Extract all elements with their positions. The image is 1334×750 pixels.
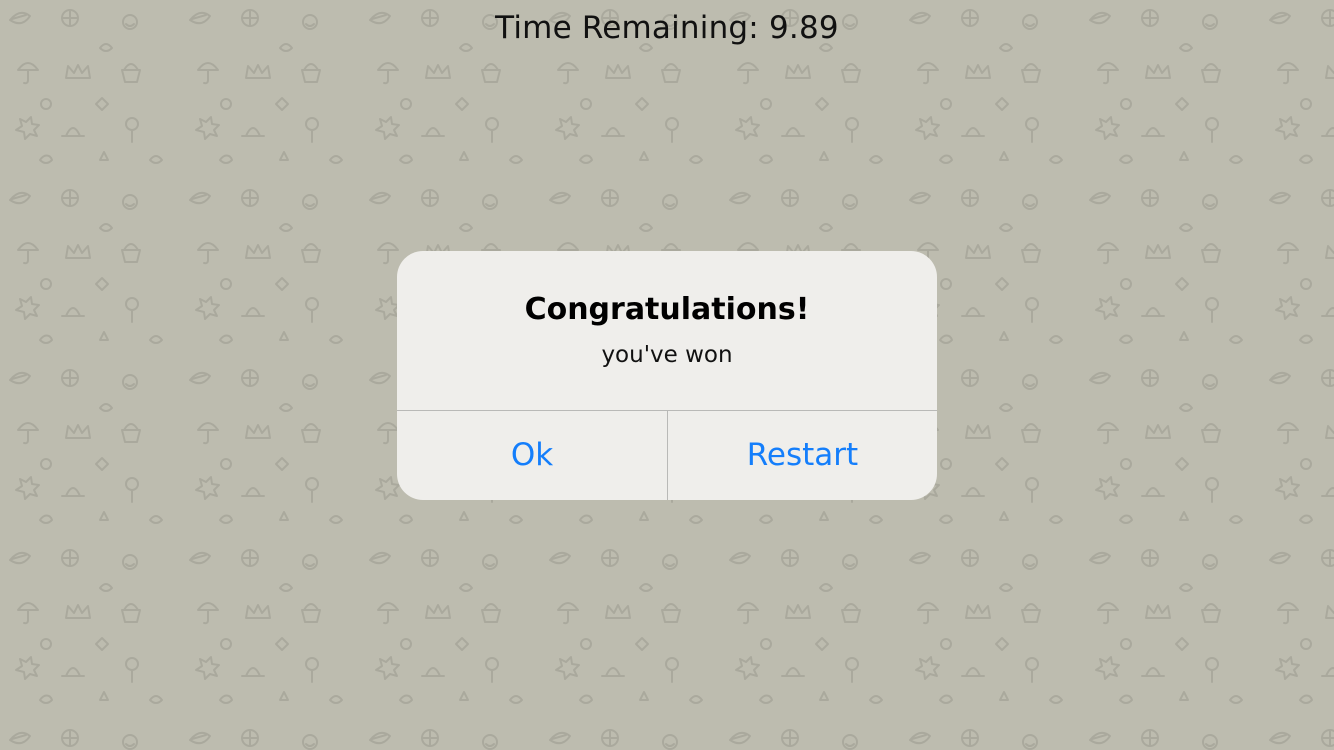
- game-screen: Time Remaining: 9.89 Congratulations! yo…: [0, 0, 1334, 750]
- alert-message: you've won: [601, 342, 733, 368]
- ok-button[interactable]: Ok: [397, 411, 667, 500]
- time-remaining-label: Time Remaining: 9.89: [495, 10, 839, 46]
- restart-button[interactable]: Restart: [668, 411, 937, 500]
- alert-title: Congratulations!: [524, 292, 810, 327]
